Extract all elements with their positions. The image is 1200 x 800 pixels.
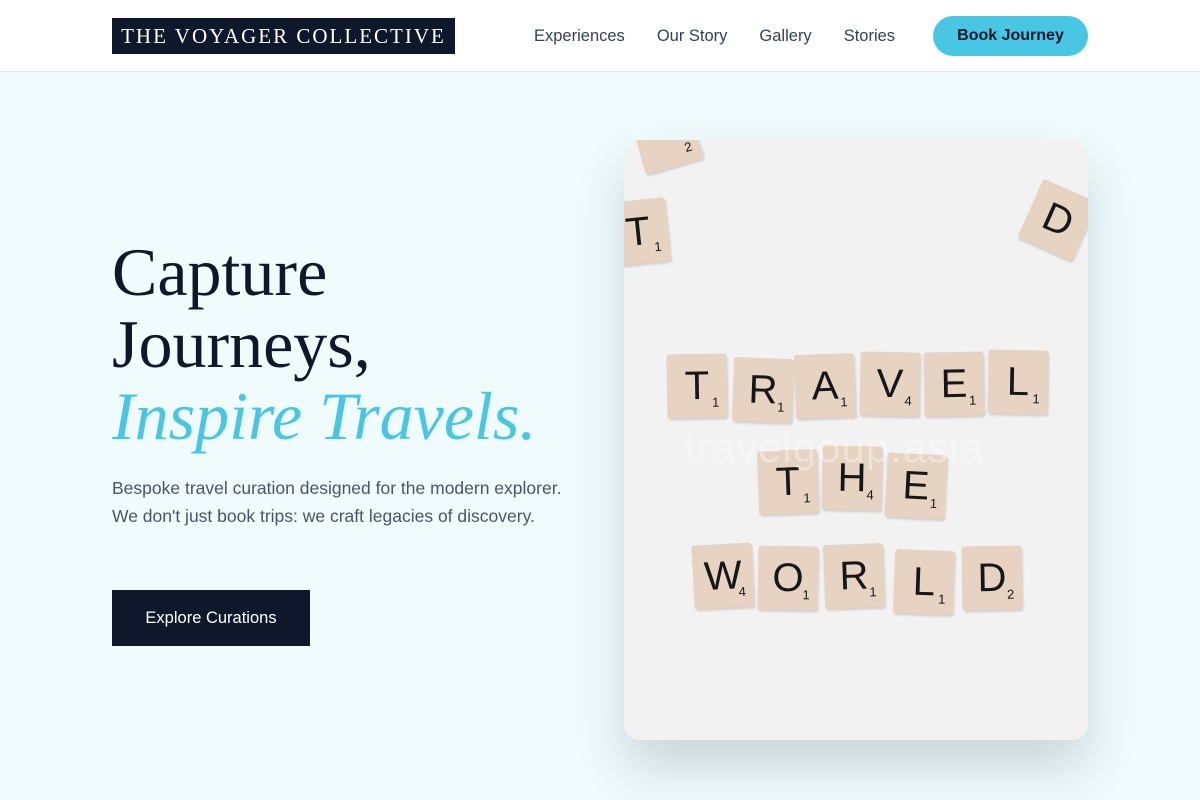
- image-watermark: travelgoup.asia: [684, 424, 984, 471]
- hero-description: Bespoke travel curation designed for the…: [112, 478, 562, 526]
- nav-link-gallery[interactable]: Gallery: [759, 27, 811, 46]
- nav-links: Experiences Our Story Gallery Stories: [534, 0, 895, 72]
- book-journey-button[interactable]: Book Journey: [933, 16, 1088, 56]
- scrabble-tile: R1: [731, 356, 795, 424]
- scrabble-tile: D: [1017, 178, 1088, 262]
- scrabble-tile: T1: [666, 353, 728, 419]
- scrabble-tile: T1: [624, 197, 672, 267]
- headline-accent: Inspire Travels.: [112, 378, 537, 454]
- nav-link-our-story[interactable]: Our Story: [657, 27, 728, 46]
- brand-logo[interactable]: THE VOYAGER COLLECTIVE: [112, 18, 455, 54]
- top-navbar: THE VOYAGER COLLECTIVE Experiences Our S…: [0, 0, 1200, 72]
- scrabble-tile: D2: [961, 545, 1023, 611]
- scrabble-tile: A1: [793, 352, 857, 420]
- scrabble-tile: L1: [892, 548, 956, 616]
- scrabble-tile: L1: [987, 349, 1049, 415]
- hero-image: T1 R1 A1 V4 E1 L1 T1 H4 E1 W4 O1 R1 L1 D…: [624, 140, 1088, 740]
- explore-curations-button[interactable]: Explore Curations: [112, 590, 310, 646]
- scrabble-tile: W4: [691, 542, 755, 610]
- scrabble-tile: O1: [757, 545, 819, 611]
- hero-headline: Capture Journeys, Inspire Travels.: [112, 236, 536, 452]
- headline-line-2: Journeys,: [112, 306, 371, 382]
- scrabble-tile: E1: [923, 351, 985, 417]
- nav-link-experiences[interactable]: Experiences: [534, 27, 625, 46]
- nav-link-stories[interactable]: Stories: [844, 27, 895, 46]
- scrabble-tile: V4: [859, 351, 921, 417]
- headline-line-1: Capture: [112, 234, 328, 310]
- scrabble-tile: 2: [628, 140, 704, 176]
- scrabble-tile: R1: [822, 542, 886, 610]
